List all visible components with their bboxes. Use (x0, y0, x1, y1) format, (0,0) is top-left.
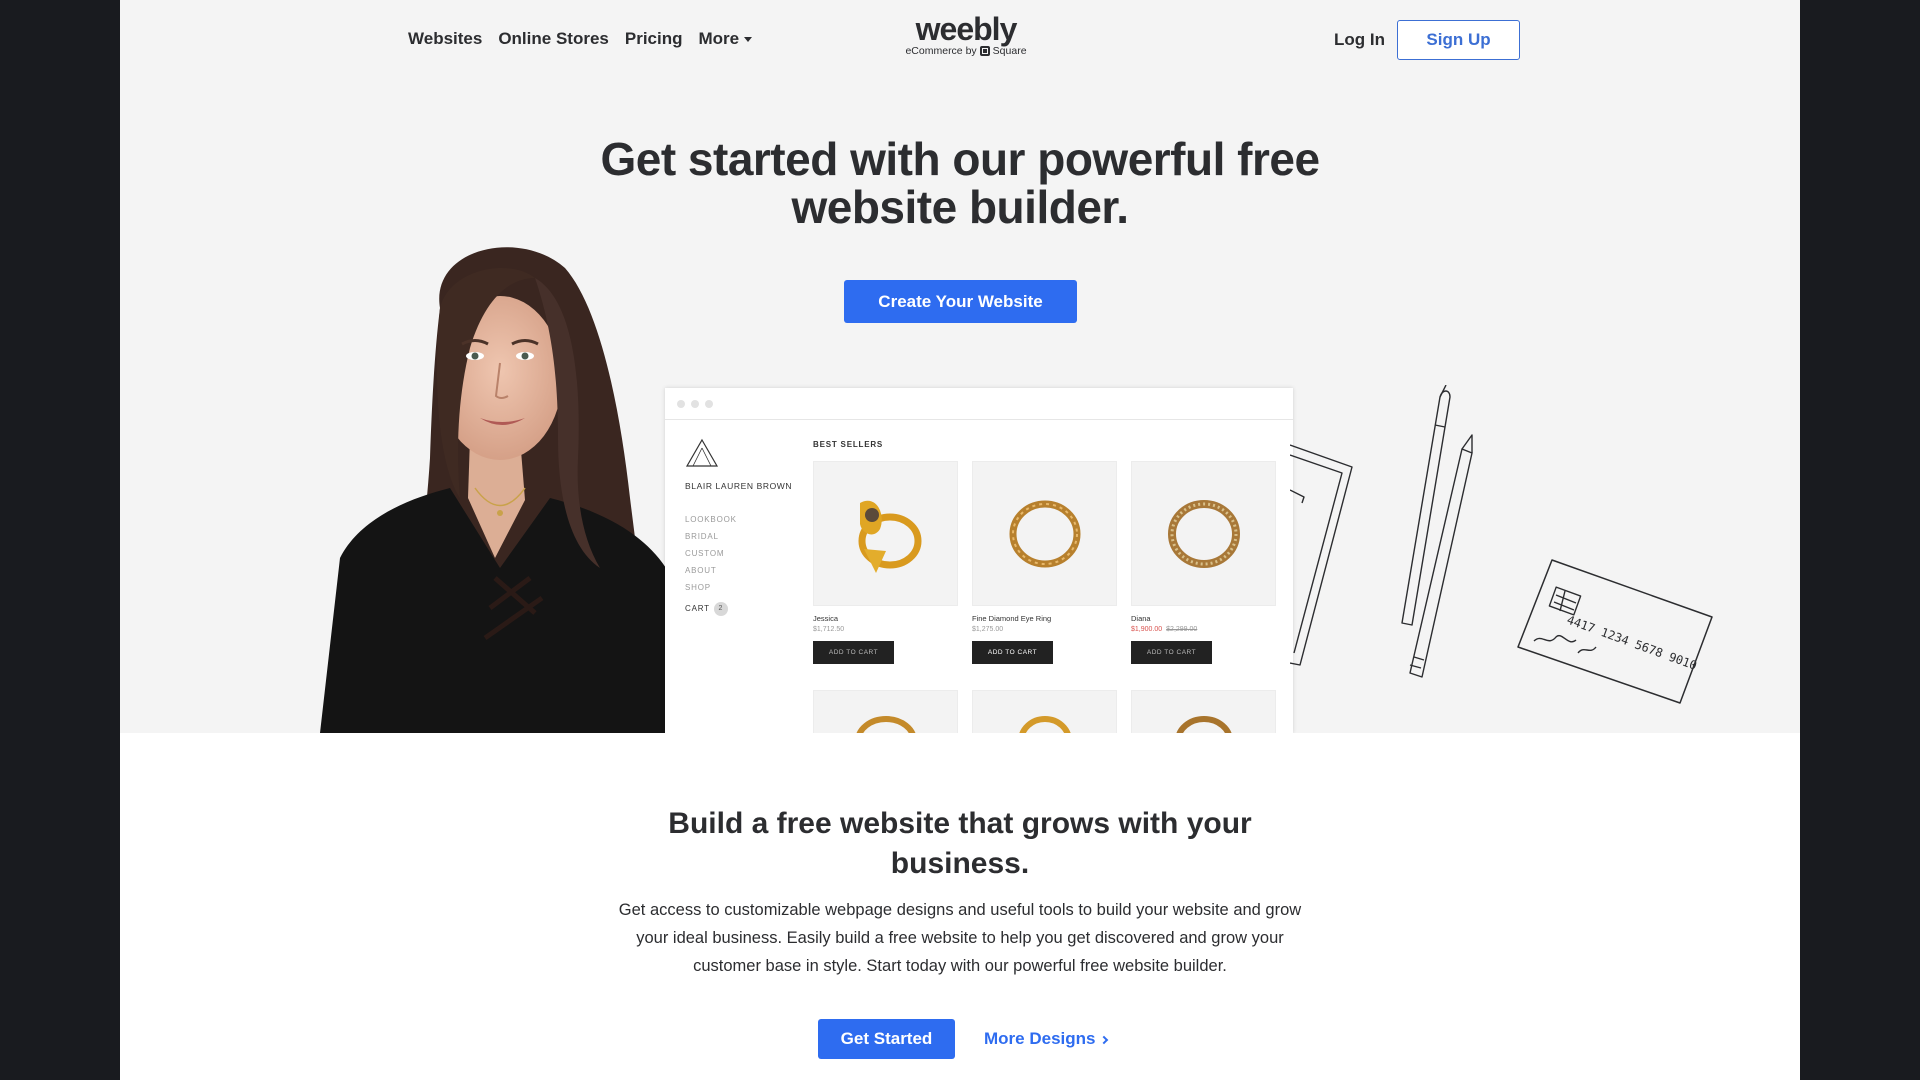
triangle-logo-icon (685, 438, 719, 467)
gold-ring-icon (858, 500, 921, 573)
caret-down-icon (744, 36, 753, 42)
more-designs-label: More Designs (984, 1029, 1096, 1048)
product-sale-price: $1,900.00 (1131, 626, 1163, 633)
card-number: 4417 1234 5678 9010 (1565, 613, 1699, 673)
main-nav: Websites Online Stores Pricing More (408, 29, 768, 49)
nav-online-stores[interactable]: Online Stores (498, 29, 609, 49)
best-sellers-heading: BEST SELLERS (813, 440, 884, 449)
product-card[interactable]: Jessica $1,712.50 ADD TO CART (813, 461, 958, 664)
product-name: Jessica (813, 614, 839, 623)
product-price: $1,900.00 $2,299.00 (1131, 626, 1276, 633)
add-to-cart-button[interactable]: ADD TO CART (813, 641, 894, 664)
product-price: $1,275.00 (972, 626, 1004, 633)
product-image-partial (1131, 690, 1276, 733)
store-menu-bridal[interactable]: BRIDAL (685, 532, 805, 549)
hero-section: Websites Online Stores Pricing More weeb… (120, 0, 1800, 733)
product-image-partial (972, 690, 1117, 733)
store-mockup-window: BLAIR LAUREN BROWN LOOKBOOK BRIDAL CUSTO… (665, 388, 1293, 733)
add-to-cart-button[interactable]: ADD TO CART (1131, 641, 1212, 664)
product-image (972, 461, 1117, 606)
store-menu-lookbook[interactable]: LOOKBOOK (685, 515, 805, 532)
square-logo-icon (979, 46, 990, 56)
product-name: Fine Diamond Eye Ring (972, 614, 1052, 623)
store-menu: LOOKBOOK BRIDAL CUSTOM ABOUT SHOP CART 2 (685, 515, 805, 617)
nav-websites[interactable]: Websites (408, 29, 482, 49)
store-menu-custom[interactable]: CUSTOM (685, 549, 805, 566)
get-started-button[interactable]: Get Started (818, 1019, 955, 1059)
product-image (1131, 461, 1276, 606)
product-card[interactable]: Diana $1,900.00 $2,299.00 ADD TO CART (1131, 461, 1276, 664)
sketch-illustration: 4417 1234 5678 9010 (1290, 385, 1713, 704)
product-price: $1,712.50 (813, 626, 845, 633)
gold-ring-icon (1167, 499, 1240, 568)
section-body: Get access to customizable webpage desig… (618, 901, 1302, 975)
window-dot-icon (691, 399, 699, 408)
logo-wordmark: weebly (915, 11, 1018, 47)
cart-count-badge: 2 (713, 601, 728, 616)
add-to-cart-button[interactable]: ADD TO CART (972, 641, 1053, 664)
create-website-button[interactable]: Create Your Website (844, 280, 1077, 323)
logo-tagline: eCommerce by Square (896, 45, 1036, 57)
chevron-right-icon (1100, 1035, 1109, 1045)
section-title: Build a free website that grows with you… (668, 807, 1252, 880)
product-name: Diana (1131, 614, 1151, 623)
browser-titlebar (665, 388, 1293, 420)
store-sidebar: BLAIR LAUREN BROWN LOOKBOOK BRIDAL CUSTO… (685, 438, 805, 617)
store-menu-about[interactable]: ABOUT (685, 566, 805, 583)
store-brand-name: BLAIR LAUREN BROWN (685, 481, 793, 491)
nav-pricing[interactable]: Pricing (625, 29, 683, 49)
weebly-logo[interactable]: weebly eCommerce by Square (896, 12, 1036, 57)
woman-portrait-image (320, 247, 666, 733)
page: Websites Online Stores Pricing More weeb… (120, 0, 1800, 1080)
product-old-price: $2,299.00 (1166, 626, 1198, 633)
product-image (813, 461, 958, 606)
window-dot-icon (705, 399, 713, 408)
store-menu-shop[interactable]: SHOP (685, 583, 805, 600)
cart-label: CART (685, 604, 710, 613)
nav-more[interactable]: More (698, 29, 753, 49)
more-designs-link[interactable]: More Designs (984, 1029, 1109, 1049)
gold-ring-icon (1009, 500, 1080, 567)
store-menu-cart[interactable]: CART 2 (685, 600, 805, 617)
product-image-partial (813, 690, 958, 733)
logo-tagline-prefix: eCommerce by (905, 45, 977, 57)
logo-tagline-brand: Square (992, 45, 1027, 57)
window-dot-icon (677, 399, 685, 408)
login-link[interactable]: Log In (1334, 30, 1385, 50)
nav-more-label: More (698, 29, 740, 48)
product-card[interactable]: Fine Diamond Eye Ring $1,275.00 ADD TO C… (972, 461, 1117, 664)
hero-title: Get started with our powerful free websi… (600, 133, 1320, 233)
signup-button[interactable]: Sign Up (1397, 20, 1520, 60)
